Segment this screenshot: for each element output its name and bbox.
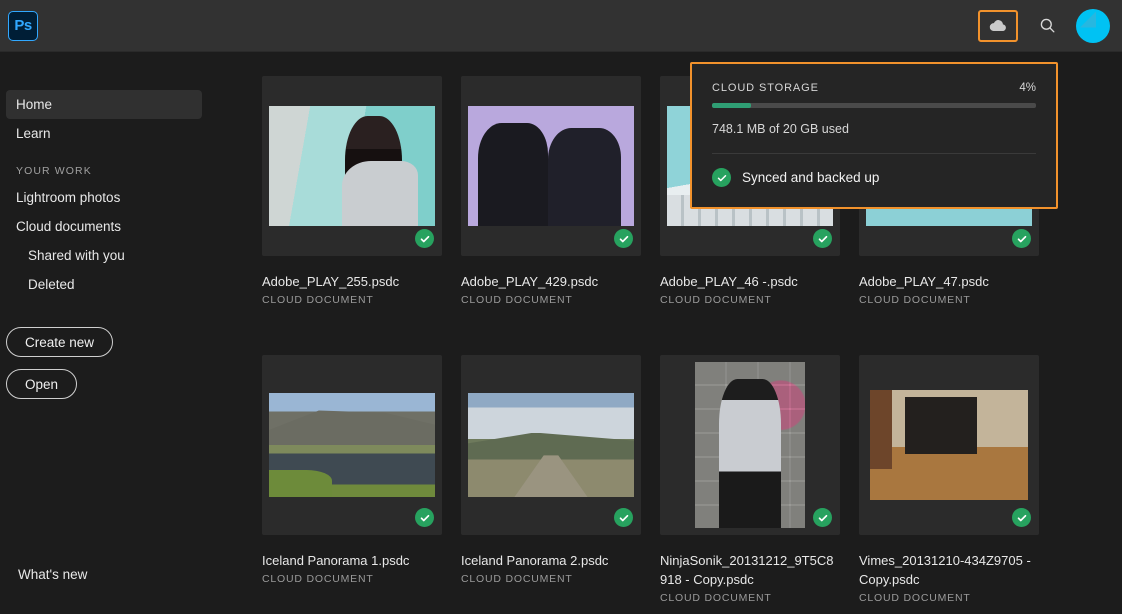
cloud-storage-title: CLOUD STORAGE — [712, 82, 819, 94]
documents-row-2: Iceland Panorama 1.psdc CLOUD DOCUMENT I… — [262, 355, 1039, 604]
sidebar-item-label: Home — [16, 97, 52, 112]
sync-status-row: Synced and backed up — [692, 154, 1056, 187]
cloud-storage-header: CLOUD STORAGE 4% — [712, 82, 1036, 94]
sidebar-spacer-3 — [0, 357, 214, 369]
whats-new-link[interactable]: What's new — [18, 567, 87, 582]
document-type: CLOUD DOCUMENT — [262, 294, 442, 306]
thumbnail-art — [269, 106, 435, 226]
storage-used-label: 748.1 MB of 20 GB used — [712, 122, 1036, 136]
document-name: NinjaSonik_20131212_9T5C8918 - Copy.psdc — [660, 551, 840, 589]
document-type: CLOUD DOCUMENT — [859, 294, 1039, 306]
photoshop-home-window: Ps Home Learn YOUR WORK — [0, 0, 1122, 614]
document-name: Adobe_PLAY_429.psdc — [461, 272, 641, 291]
sidebar-spacer — [0, 148, 214, 165]
synced-badge — [813, 508, 832, 527]
avatar[interactable] — [1076, 9, 1110, 43]
document-type: CLOUD DOCUMENT — [262, 573, 442, 585]
create-new-button[interactable]: Create new — [6, 327, 113, 357]
sidebar-item-deleted[interactable]: Deleted — [6, 270, 202, 299]
search-button[interactable] — [1032, 11, 1062, 41]
sidebar-item-label: Learn — [16, 126, 51, 141]
sidebar-item-cloud-documents[interactable]: Cloud documents — [6, 212, 202, 241]
document-type: CLOUD DOCUMENT — [461, 294, 641, 306]
document-name: Adobe_PLAY_47.psdc — [859, 272, 1039, 291]
synced-badge — [415, 229, 434, 248]
thumbnail-art — [468, 106, 634, 226]
document-name: Iceland Panorama 2.psdc — [461, 551, 641, 570]
synced-badge — [614, 508, 633, 527]
thumbnail-art — [269, 393, 435, 497]
cloud-storage-button[interactable] — [978, 10, 1018, 42]
open-button[interactable]: Open — [6, 369, 77, 399]
document-type: CLOUD DOCUMENT — [660, 294, 840, 306]
cloud-storage-summary: CLOUD STORAGE 4% 748.1 MB of 20 GB used — [692, 64, 1056, 154]
thumbnail-art — [695, 362, 805, 528]
document-thumbnail[interactable] — [461, 76, 641, 256]
document-thumbnail[interactable] — [262, 355, 442, 535]
sidebar-item-label: Deleted — [28, 277, 75, 292]
thumbnail-art — [468, 393, 634, 497]
sidebar: Home Learn YOUR WORK Lightroom photos Cl… — [0, 52, 214, 614]
sidebar-item-lightroom-photos[interactable]: Lightroom photos — [6, 183, 202, 212]
sidebar-item-shared-with-you[interactable]: Shared with you — [6, 241, 202, 270]
synced-check-icon — [712, 168, 731, 187]
document-thumbnail[interactable] — [262, 76, 442, 256]
synced-badge — [813, 229, 832, 248]
sync-status-label: Synced and backed up — [742, 170, 879, 185]
document-thumbnail[interactable] — [461, 355, 641, 535]
header-actions — [978, 9, 1122, 43]
document-type: CLOUD DOCUMENT — [660, 592, 840, 604]
document-card[interactable]: Vimes_20131210-434Z9705 - Copy.psdc CLOU… — [859, 355, 1039, 604]
document-thumbnail[interactable] — [660, 355, 840, 535]
photoshop-logo: Ps — [8, 11, 38, 41]
document-name: Adobe_PLAY_46 -.psdc — [660, 272, 840, 291]
synced-badge — [1012, 508, 1031, 527]
document-name: Adobe_PLAY_255.psdc — [262, 272, 442, 291]
app-header: Ps — [0, 0, 1122, 52]
sidebar-section-your-work: YOUR WORK — [0, 165, 214, 177]
sidebar-item-label: Cloud documents — [16, 219, 121, 234]
sidebar-item-home[interactable]: Home — [6, 90, 202, 119]
sidebar-item-learn[interactable]: Learn — [6, 119, 202, 148]
document-type: CLOUD DOCUMENT — [461, 573, 641, 585]
synced-badge — [614, 229, 633, 248]
storage-progress-fill — [712, 103, 751, 108]
sidebar-spacer-2 — [0, 299, 214, 327]
thumbnail-art — [870, 390, 1028, 500]
document-card[interactable]: Iceland Panorama 1.psdc CLOUD DOCUMENT — [262, 355, 442, 604]
document-card[interactable]: Adobe_PLAY_255.psdc CLOUD DOCUMENT — [262, 76, 442, 306]
search-icon — [1038, 16, 1057, 35]
document-card[interactable]: NinjaSonik_20131212_9T5C8918 - Copy.psdc… — [660, 355, 840, 604]
document-thumbnail[interactable] — [859, 355, 1039, 535]
document-card[interactable]: Adobe_PLAY_429.psdc CLOUD DOCUMENT — [461, 76, 641, 306]
document-card[interactable]: Iceland Panorama 2.psdc CLOUD DOCUMENT — [461, 355, 641, 604]
synced-badge — [415, 508, 434, 527]
document-name: Vimes_20131210-434Z9705 - Copy.psdc — [859, 551, 1039, 589]
sidebar-item-label: Lightroom photos — [16, 190, 120, 205]
storage-progress-bar — [712, 103, 1036, 108]
document-name: Iceland Panorama 1.psdc — [262, 551, 442, 570]
cloud-icon — [988, 16, 1008, 36]
cloud-storage-percent: 4% — [1019, 82, 1036, 94]
sidebar-item-label: Shared with you — [28, 248, 125, 263]
cloud-storage-popup: CLOUD STORAGE 4% 748.1 MB of 20 GB used … — [690, 62, 1058, 209]
synced-badge — [1012, 229, 1031, 248]
document-type: CLOUD DOCUMENT — [859, 592, 1039, 604]
